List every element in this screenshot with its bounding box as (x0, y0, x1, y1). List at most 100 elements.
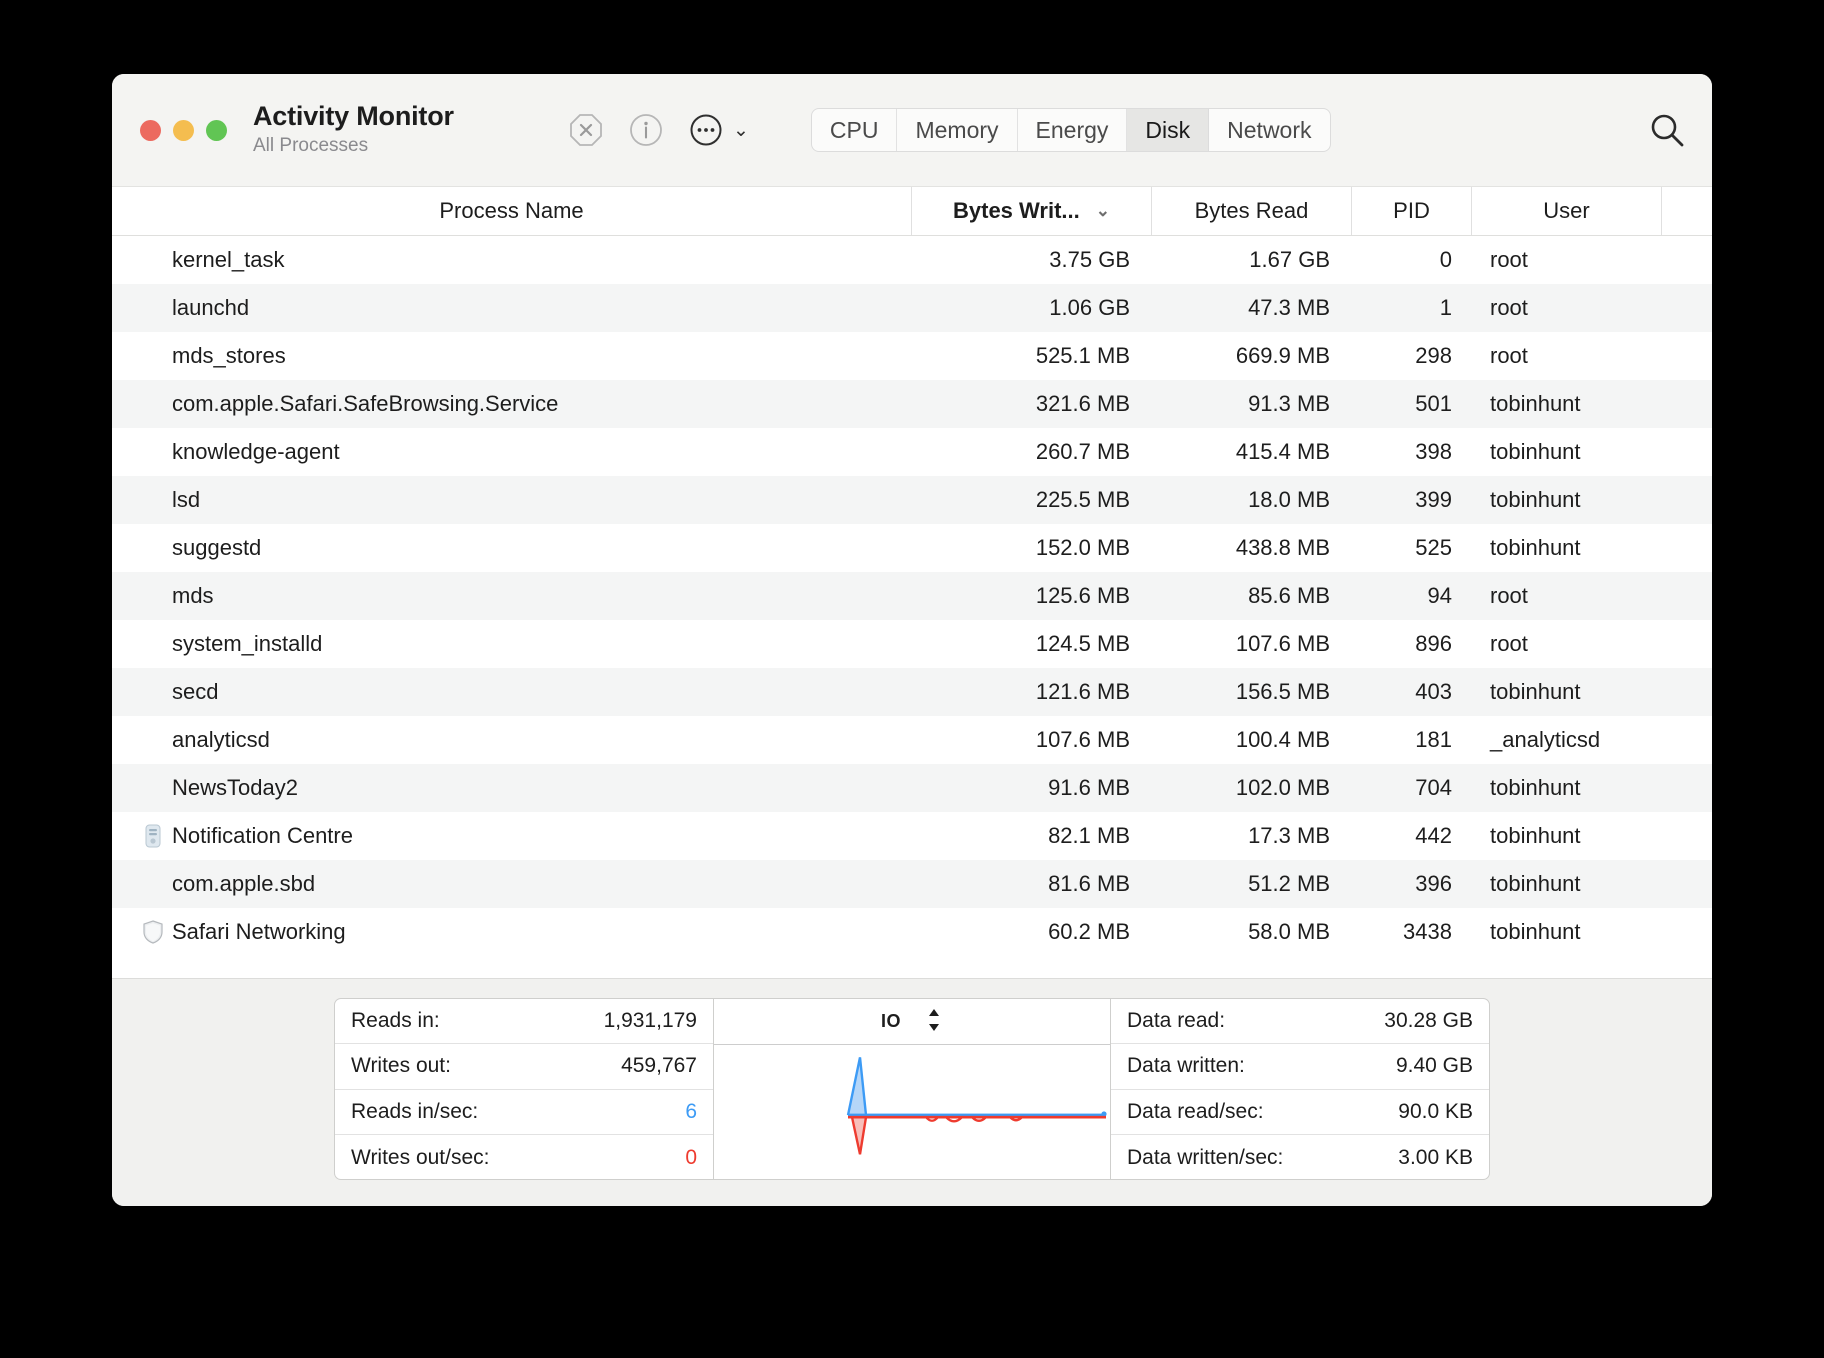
sort-chevron-down-icon: ⌄ (1095, 201, 1110, 220)
cell-pid: 1 (1439, 295, 1452, 320)
data-total-row: Data written/sec: 3.00 KB (1111, 1135, 1489, 1179)
tab-disk[interactable]: Disk (1127, 109, 1210, 151)
notification-centre-app-icon (112, 812, 172, 860)
process-icon-placeholder (112, 332, 172, 380)
table-row[interactable]: com.apple.Safari.SafeBrowsing.Service 321… (112, 380, 1712, 428)
table-row[interactable]: Safari Networking 60.2 MB 58.0 MB 3438 tobin… (112, 908, 1712, 956)
table-row[interactable]: analyticsd 107.6 MB 100.4 MB 181 _analyticsd (112, 716, 1712, 764)
cell-bytes-read: 107.6 MB (1235, 631, 1330, 656)
table-row[interactable]: kernel_task 3.75 GB 1.67 GB 0 root (112, 236, 1712, 284)
cell-pid: 3438 (1403, 919, 1452, 944)
cell-pid: 403 (1415, 679, 1452, 704)
maximize-window-button[interactable] (206, 119, 227, 141)
table-row[interactable]: mds 125.6 MB 85.6 MB 94 root (112, 572, 1712, 620)
search-button[interactable] (1648, 111, 1686, 149)
table-row[interactable]: Notification Centre 82.1 MB 17.3 MB 442 tobi… (112, 812, 1712, 860)
column-header-process-name[interactable]: Process Name (112, 187, 912, 235)
cell-spacer (1662, 428, 1712, 476)
column-header-user[interactable]: User (1472, 187, 1662, 235)
tab-memory[interactable]: Memory (897, 109, 1018, 151)
cell-spacer (1662, 716, 1712, 764)
cell-bytes-written: 3.75 GB (1049, 247, 1130, 272)
process-table[interactable]: kernel_task 3.75 GB 1.67 GB 0 root launchd 1.0… (112, 236, 1712, 978)
io-graph-box: IO (714, 997, 1110, 1180)
cell-user: tobinhunt (1490, 919, 1581, 944)
tab-energy[interactable]: Energy (1018, 109, 1128, 151)
io-count-value: 1,931,179 (603, 1008, 697, 1032)
io-graph-svg (846, 1056, 1107, 1155)
cell-user: tobinhunt (1490, 679, 1581, 704)
minimize-window-button[interactable] (173, 119, 194, 141)
io-counts-box: Reads in: 1,931,179 Writes out: 459,767 Read… (334, 997, 714, 1180)
table-row[interactable]: launchd 1.06 GB 47.3 MB 1 root (112, 284, 1712, 332)
data-totals-box: Data read: 30.28 GB Data written: 9.40 GB Da… (1110, 997, 1490, 1180)
cell-bytes-written: 1.06 GB (1049, 295, 1130, 320)
process-icon-placeholder (112, 764, 172, 812)
cell-process-name: knowledge-agent (172, 439, 340, 464)
cell-process-name: lsd (172, 487, 201, 512)
table-row[interactable]: suggestd 152.0 MB 438.8 MB 525 tobinhunt (112, 524, 1712, 572)
cell-pid: 298 (1415, 343, 1452, 368)
cell-spacer (1662, 620, 1712, 668)
process-filter-subtitle: All Processes (253, 135, 369, 157)
table-row[interactable]: knowledge-agent 260.7 MB 415.4 MB 398 tobinh… (112, 428, 1712, 476)
io-graph-header: IO (714, 999, 1110, 1045)
cell-bytes-read: 1.67 GB (1249, 247, 1330, 272)
table-row[interactable]: system_installd 124.5 MB 107.6 MB 896 root (112, 620, 1712, 668)
more-options-icon (689, 113, 723, 147)
cell-user: tobinhunt (1490, 487, 1581, 512)
process-icon-placeholder (112, 284, 172, 332)
stop-process-icon[interactable] (569, 113, 603, 147)
cell-bytes-read: 102.0 MB (1235, 775, 1330, 800)
cell-bytes-read: 669.9 MB (1235, 343, 1330, 368)
activity-monitor-window: Activity Monitor All Processes ⌄ CPU Mem… (112, 74, 1712, 1206)
cell-bytes-written: 225.5 MB (1035, 487, 1130, 512)
data-total-row: Data written: 9.40 GB (1111, 1044, 1489, 1090)
window-controls (140, 119, 227, 141)
column-header-bytes-read[interactable]: Bytes Read (1152, 187, 1352, 235)
cell-process-name: kernel_task (172, 247, 285, 272)
title-block: Activity Monitor All Processes (253, 101, 553, 159)
cell-spacer (1662, 524, 1712, 572)
column-header-user-label: User (1543, 198, 1590, 223)
tab-network[interactable]: Network (1209, 109, 1329, 151)
up-down-stepper-icon[interactable] (925, 1007, 943, 1036)
io-count-row: Writes out: 459,767 (335, 1044, 713, 1090)
data-total-label: Data written/sec: (1127, 1145, 1284, 1169)
cell-bytes-written: 260.7 MB (1035, 439, 1130, 464)
table-row[interactable]: lsd 225.5 MB 18.0 MB 399 tobinhunt (112, 476, 1712, 524)
table-row[interactable]: NewsToday2 91.6 MB 102.0 MB 704 tobinhunt (112, 764, 1712, 812)
data-total-row: Data read/sec: 90.0 KB (1111, 1090, 1489, 1135)
io-graph-title: IO (880, 1010, 901, 1031)
io-count-value: 0 (685, 1145, 697, 1169)
process-icon-placeholder (112, 428, 172, 476)
cell-bytes-written: 121.6 MB (1035, 679, 1130, 704)
cell-process-name: suggestd (172, 535, 262, 560)
process-icon-placeholder (112, 620, 172, 668)
safari-shield-app-icon (112, 908, 172, 956)
cell-process-name: com.apple.sbd (172, 871, 316, 896)
cell-process-name: secd (172, 679, 219, 704)
tab-cpu[interactable]: CPU (812, 109, 898, 151)
column-header-bytes-written[interactable]: Bytes Writ... ⌄ (912, 187, 1152, 235)
data-total-value: 90.0 KB (1398, 1099, 1473, 1123)
more-options-button[interactable]: ⌄ (689, 113, 749, 147)
table-row[interactable]: secd 121.6 MB 156.5 MB 403 tobinhunt (112, 668, 1712, 716)
cell-user: tobinhunt (1490, 535, 1581, 560)
info-icon[interactable] (629, 113, 663, 147)
cell-bytes-written: 60.2 MB (1048, 919, 1130, 944)
cell-spacer (1662, 860, 1712, 908)
cell-user: tobinhunt (1490, 775, 1581, 800)
cell-process-name: mds_stores (172, 343, 286, 368)
io-count-label: Writes out: (351, 1054, 451, 1078)
close-window-button[interactable] (140, 119, 161, 141)
cell-process-name: Safari Networking (172, 919, 346, 944)
cell-user: _analyticsd (1490, 727, 1601, 752)
process-icon-placeholder (112, 236, 172, 284)
cell-pid: 396 (1415, 871, 1452, 896)
table-row[interactable]: com.apple.sbd 81.6 MB 51.2 MB 396 tobinhunt (112, 860, 1712, 908)
cell-pid: 181 (1415, 727, 1452, 752)
column-header-pid[interactable]: PID (1352, 187, 1472, 235)
data-total-label: Data read: (1127, 1008, 1226, 1032)
table-row[interactable]: mds_stores 525.1 MB 669.9 MB 298 root (112, 332, 1712, 380)
